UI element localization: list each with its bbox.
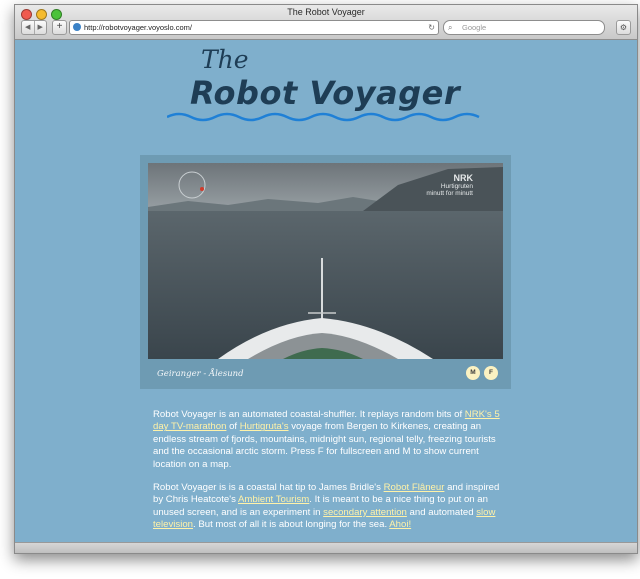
forward-button[interactable]: ▶ — [35, 21, 47, 34]
logo-title: Robot Voyager — [190, 74, 461, 112]
wave-decoration — [167, 112, 480, 122]
location-caption: Geiranger - Ålesund — [157, 369, 244, 379]
text-run: of — [226, 421, 240, 433]
globe-icon — [73, 23, 81, 31]
map-button[interactable]: M — [466, 366, 480, 380]
text-run: Robot Voyager is is a coastal hat tip to… — [153, 482, 384, 493]
navigation-buttons: ◀ ▶ — [21, 20, 47, 35]
window-title: The Robot Voyager — [287, 7, 365, 17]
browser-window: The Robot Voyager ◀ ▶ + http://robotvoya… — [14, 4, 638, 554]
address-bar[interactable]: http://robotvoyager.voyoslo.com/ ↻ — [69, 20, 439, 35]
status-bar — [15, 542, 637, 553]
ambient-tourism-link[interactable]: Ambient Tourism — [238, 494, 309, 505]
watermark-line3: minutt for minutt — [426, 190, 473, 197]
search-icon: ⌕ — [448, 23, 453, 32]
settings-gear-icon[interactable]: ⚙ — [616, 20, 631, 35]
reload-icon[interactable]: ↻ — [428, 21, 435, 34]
text-run: Robot Voyager is an automated coastal-sh… — [153, 409, 465, 420]
text-run: . But most of all it is about longing fo… — [193, 519, 390, 531]
nrk-watermark: NRK Hurtigruten minutt for minutt — [426, 173, 474, 198]
about-paragraph: Robot Voyager is is a coastal hat tip to… — [153, 482, 503, 532]
text-run: and automated — [406, 506, 477, 518]
video-frame[interactable]: NRK Hurtigruten minutt for minutt — [148, 163, 503, 359]
fullscreen-button[interactable]: F — [484, 366, 498, 380]
robot-flaneur-link[interactable]: Robot Flâneur — [384, 482, 445, 493]
add-bookmark-button[interactable]: + — [52, 20, 67, 35]
hurtigruta-link[interactable]: Hurtigruta's — [240, 421, 289, 432]
url-text: http://robotvoyager.voyoslo.com/ — [84, 23, 192, 32]
watermark-line2: Hurtigruten — [440, 182, 473, 190]
title-bar: The Robot Voyager ◀ ▶ + http://robotvoya… — [15, 5, 637, 40]
watermark-brand: NRK — [453, 173, 474, 183]
secondary-attention-link[interactable]: secondary attention — [323, 507, 407, 518]
search-field[interactable]: ⌕ Google — [443, 20, 605, 35]
back-button[interactable]: ◀ — [22, 21, 35, 34]
search-placeholder: Google — [462, 23, 487, 32]
logo-the: The — [201, 45, 249, 74]
ahoi-link[interactable]: Ahoi! — [389, 519, 411, 530]
intro-paragraph: Robot Voyager is an automated coastal-sh… — [153, 409, 503, 471]
video-player: NRK Hurtigruten minutt for minutt Geiran… — [140, 155, 511, 389]
